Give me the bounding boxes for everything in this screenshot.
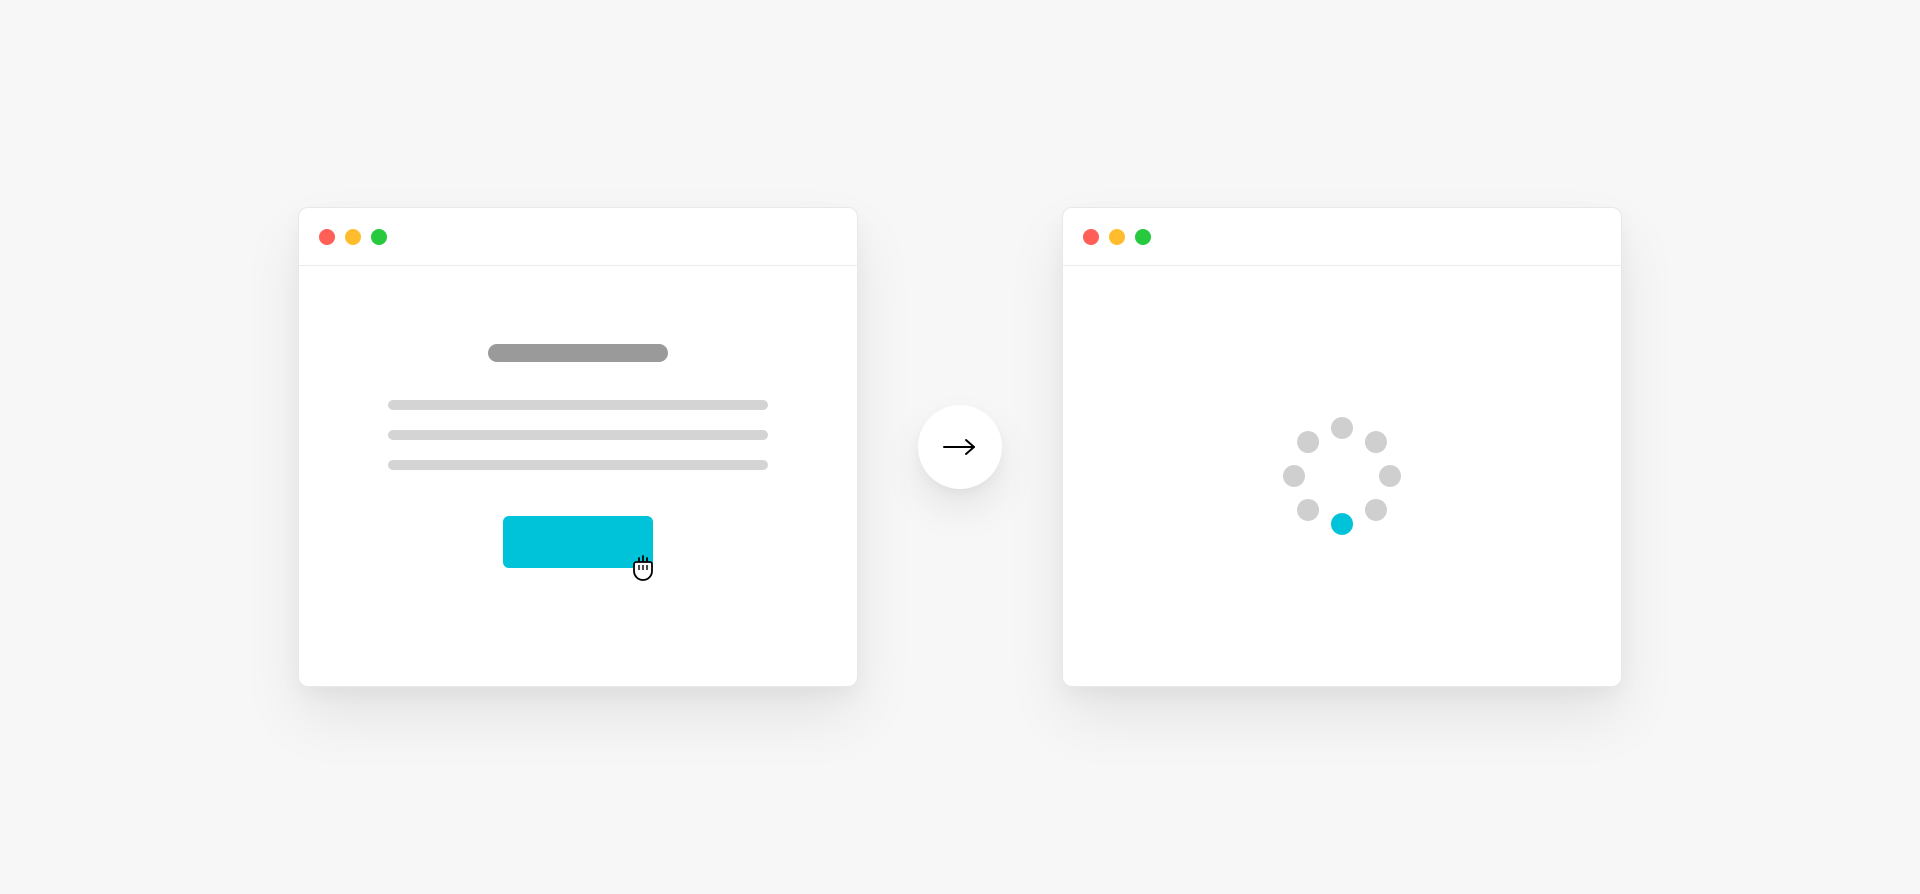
spinner-dot bbox=[1379, 465, 1401, 487]
spinner-dot bbox=[1297, 499, 1319, 521]
browser-window-after bbox=[1062, 207, 1622, 687]
transition-arrow bbox=[918, 405, 1002, 489]
content-area bbox=[299, 266, 857, 686]
close-icon[interactable] bbox=[319, 229, 335, 245]
minimize-icon[interactable] bbox=[345, 229, 361, 245]
browser-window-before bbox=[298, 207, 858, 687]
spinner-dot bbox=[1365, 499, 1387, 521]
diagram-stage bbox=[180, 207, 1740, 687]
spinner-dot bbox=[1331, 417, 1353, 439]
minimize-icon[interactable] bbox=[1109, 229, 1125, 245]
spinner-dot bbox=[1297, 431, 1319, 453]
pointer-cursor-icon bbox=[629, 554, 657, 582]
titlebar bbox=[299, 208, 857, 266]
body-line bbox=[388, 430, 768, 440]
spinner-dot bbox=[1331, 513, 1353, 535]
titlebar bbox=[1063, 208, 1621, 266]
cta-button[interactable] bbox=[503, 516, 653, 568]
spinner-dot bbox=[1283, 465, 1305, 487]
body-line bbox=[388, 400, 768, 410]
maximize-icon[interactable] bbox=[1135, 229, 1151, 245]
maximize-icon[interactable] bbox=[371, 229, 387, 245]
arrow-right-icon bbox=[942, 437, 978, 457]
heading-placeholder bbox=[488, 344, 668, 362]
spinner-dot bbox=[1365, 431, 1387, 453]
close-icon[interactable] bbox=[1083, 229, 1099, 245]
loading-spinner-icon bbox=[1282, 416, 1402, 536]
content-area bbox=[1063, 266, 1621, 686]
body-line bbox=[388, 460, 768, 470]
